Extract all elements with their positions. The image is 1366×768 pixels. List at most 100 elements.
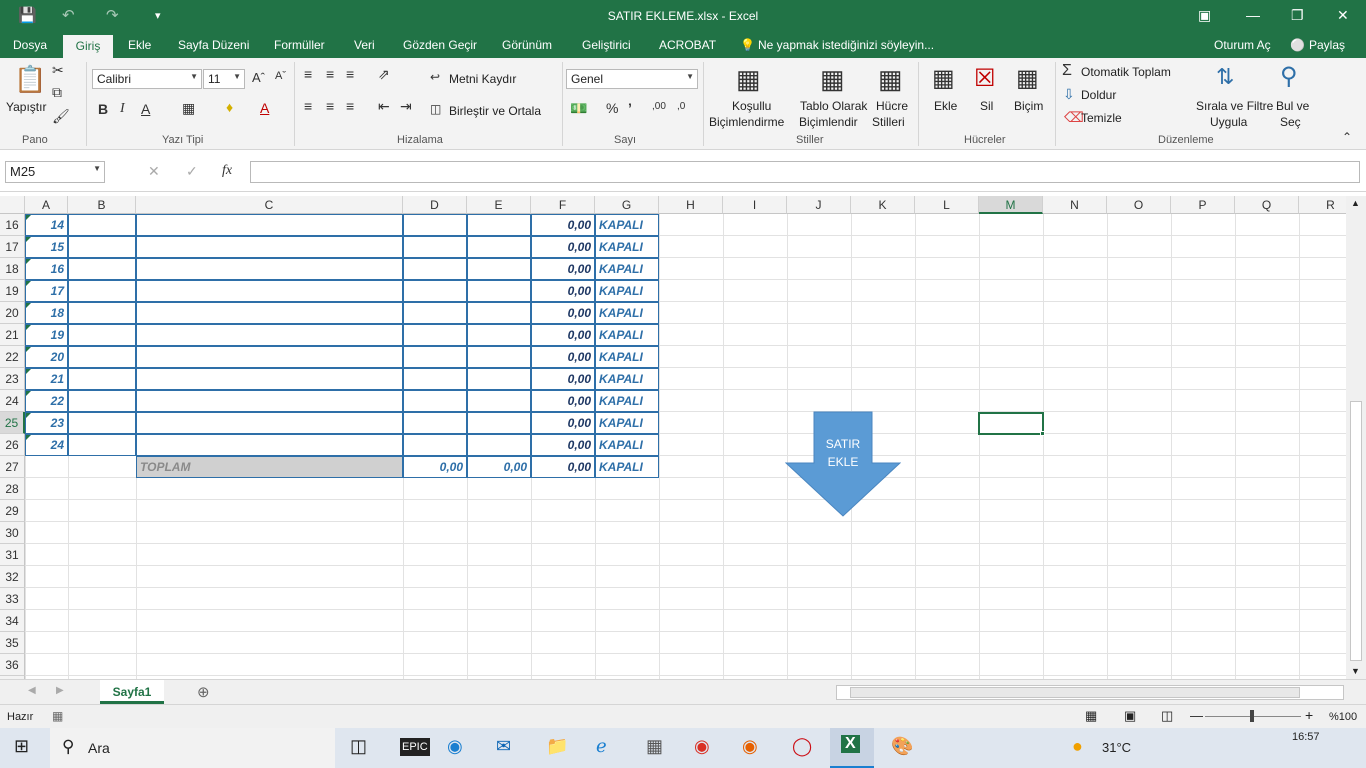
close-icon[interactable]: ✕ [1337,7,1349,24]
table-cell-b[interactable] [68,324,136,346]
table-cell-b[interactable] [68,280,136,302]
formula-input[interactable] [250,161,1360,183]
table-cell-g[interactable]: KAPALI [595,434,659,456]
wrap-text-button[interactable]: Metni Kaydır [449,72,516,86]
name-box[interactable]: M25 ▼ [5,161,105,183]
format-cells-button[interactable]: Biçim [1014,99,1043,113]
font-name-select[interactable]: Calibri ▼ [92,69,202,89]
table-cell-f[interactable]: 0,00 [531,390,595,412]
enter-formula-icon[interactable]: ✓ [186,163,198,180]
table-cell-e[interactable] [467,390,531,412]
table-cell-a[interactable]: 15 [25,236,68,258]
row-header[interactable]: 16 [0,214,25,236]
autosum-button[interactable]: Otomatik Toplam [1081,65,1171,79]
table-cell-a[interactable]: 22 [25,390,68,412]
selected-cell[interactable] [978,412,1044,435]
row-header[interactable]: 19 [0,280,25,302]
table-cell-g[interactable]: KAPALI [595,346,659,368]
format-table-label-1[interactable]: Tablo Olarak [800,99,867,113]
find-select-label-1[interactable]: Bul ve [1276,99,1309,113]
row-header[interactable]: 17 [0,236,25,258]
clock-time[interactable]: 16:57 [1292,731,1320,743]
format-painter-icon[interactable]: 🖌 [52,108,70,125]
calculator-icon[interactable]: ▦ [646,736,663,757]
select-all-corner[interactable] [0,196,25,214]
increase-decimal-icon[interactable]: ,00 [652,101,666,112]
table-cell-a[interactable]: 24 [25,434,68,456]
page-break-view-icon[interactable]: ◫ [1161,708,1173,724]
underline-icon[interactable]: A [141,101,150,117]
collapse-ribbon-icon[interactable]: ⌃ [1342,130,1352,144]
shrink-font-icon[interactable]: Aˇ [275,70,286,82]
cond-format-label-2[interactable]: Biçimlendirme [709,115,784,129]
table-cell-a[interactable]: 19 [25,324,68,346]
table-cell-f[interactable]: 0,00 [531,434,595,456]
number-format-select[interactable]: Genel ▼ [566,69,698,89]
font-color-icon[interactable]: A [260,100,269,116]
weather-temp[interactable]: 31°C [1102,740,1131,755]
total-g-cell[interactable]: KAPALI [595,456,659,478]
table-cell-c[interactable] [136,280,403,302]
row-header[interactable]: 18 [0,258,25,280]
column-header[interactable]: L [915,196,979,214]
add-sheet-icon[interactable]: ⊕ [197,683,210,701]
decrease-indent-icon[interactable]: ⇤ [378,98,390,115]
fill-handle[interactable] [1040,431,1045,436]
insert-cells-button[interactable]: Ekle [934,99,957,113]
page-layout-view-icon[interactable]: ▣ [1124,708,1136,724]
sort-filter-label-2[interactable]: Uygula [1210,115,1247,129]
column-header[interactable]: F [531,196,595,214]
windows-start-icon[interactable]: ⊞ [14,736,29,757]
merge-center-button[interactable]: Birleştir ve Ortala [449,104,541,118]
row-header[interactable]: 24 [0,390,25,412]
table-cell-e[interactable] [467,412,531,434]
normal-view-icon[interactable]: ▦ [1085,708,1097,724]
column-header[interactable]: I [723,196,787,214]
total-f-cell[interactable]: 0,00 [531,456,595,478]
column-header[interactable]: C [136,196,403,214]
row-header[interactable]: 22 [0,346,25,368]
table-cell-f[interactable]: 0,00 [531,302,595,324]
table-cell-d[interactable] [403,368,467,390]
table-cell-b[interactable] [68,214,136,236]
tab-data[interactable]: Veri [354,38,375,52]
row-header[interactable]: 23 [0,368,25,390]
table-cell-b[interactable] [68,390,136,412]
chrome-icon[interactable]: ◉ [694,736,710,757]
table-cell-c[interactable] [136,390,403,412]
row-header[interactable]: 33 [0,588,25,610]
table-cell-c[interactable] [136,346,403,368]
table-cell-g[interactable]: KAPALI [595,368,659,390]
currency-icon[interactable]: 💵 [570,100,587,117]
minimize-icon[interactable]: — [1246,7,1260,23]
row-header[interactable]: 21 [0,324,25,346]
table-cell-e[interactable] [467,324,531,346]
tab-acrobat[interactable]: ACROBAT [659,38,716,52]
table-cell-b[interactable] [68,236,136,258]
table-cell-g[interactable]: KAPALI [595,258,659,280]
copy-icon[interactable]: ⧉ [52,84,62,101]
worksheet-grid[interactable]: A B C D E F G H I J K L M N O P Q R 16 17… [0,196,1346,679]
cancel-formula-icon[interactable]: ✕ [148,163,160,180]
decrease-decimal-icon[interactable]: ,0 [677,101,685,112]
grow-font-icon[interactable]: Aˆ [252,70,265,85]
table-cell-c[interactable] [136,302,403,324]
total-e-cell[interactable]: 0,00 [467,456,531,478]
row-header[interactable]: 28 [0,478,25,500]
paste-icon[interactable]: 📋 [14,64,46,95]
table-cell-e[interactable] [467,280,531,302]
align-center-icon[interactable]: ≡ [326,98,334,114]
row-header[interactable]: 25 [0,412,25,434]
table-cell-d[interactable] [403,346,467,368]
table-cell-g[interactable]: KAPALI [595,324,659,346]
table-cell-e[interactable] [467,368,531,390]
column-header[interactable]: N [1043,196,1107,214]
tab-review[interactable]: Gözden Geçir [403,38,477,52]
table-cell-a[interactable]: 23 [25,412,68,434]
column-header[interactable]: J [787,196,851,214]
insert-function-icon[interactable]: fx [222,163,232,179]
column-header[interactable]: H [659,196,723,214]
table-cell-a[interactable]: 17 [25,280,68,302]
table-cell-e[interactable] [467,236,531,258]
sheet-tab-active[interactable]: Sayfa1 [100,680,164,704]
